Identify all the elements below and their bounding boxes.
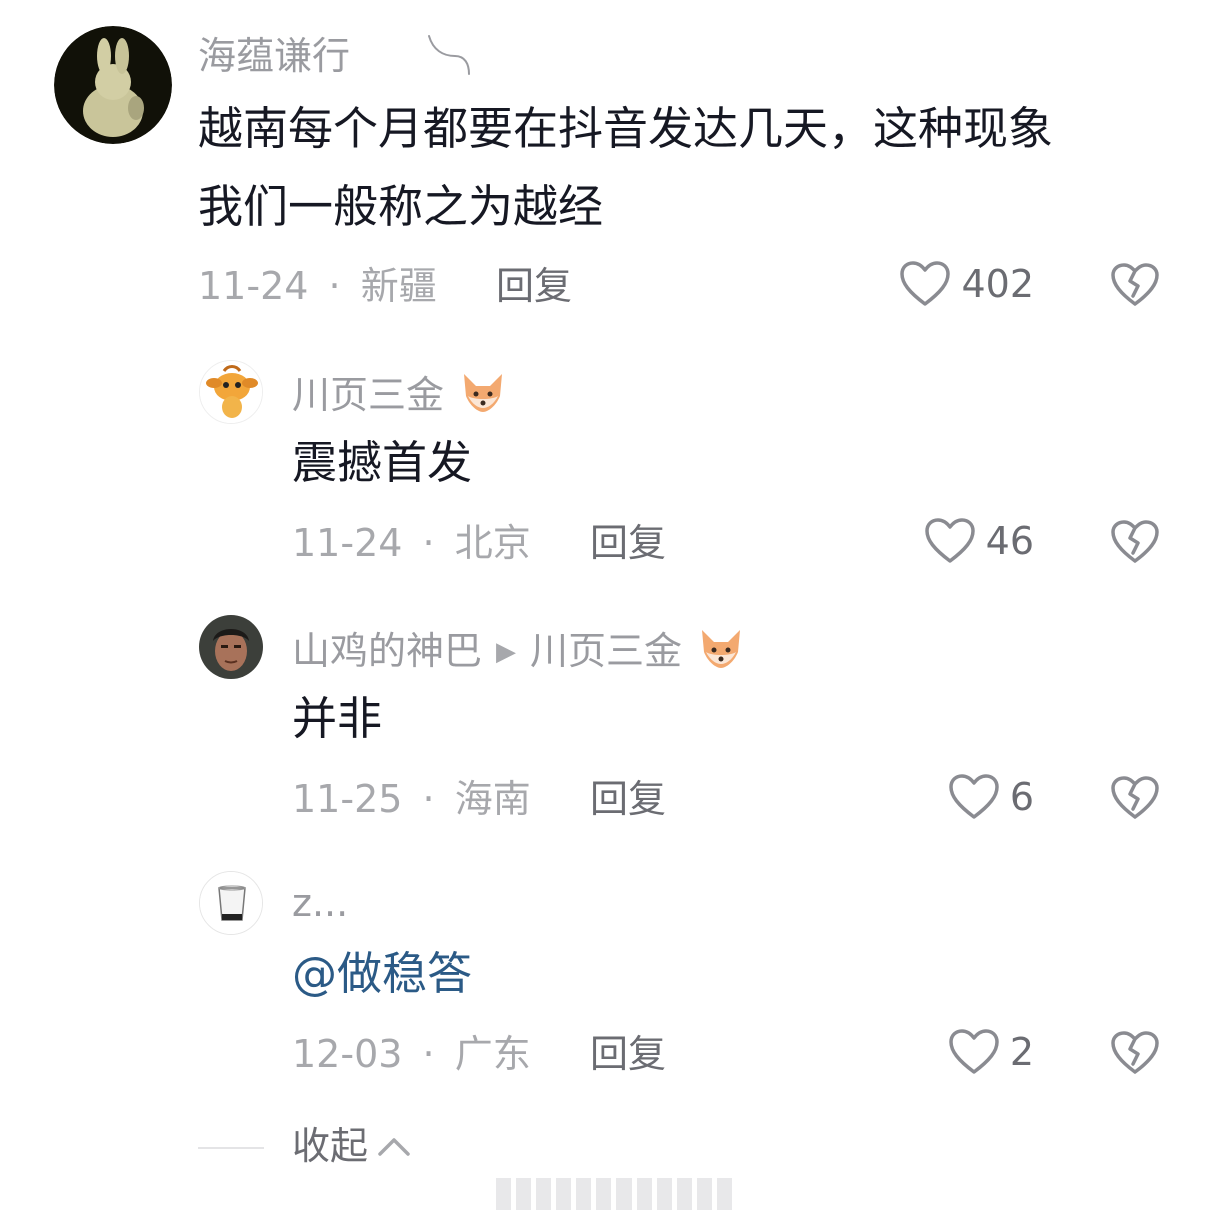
broken-heart-icon[interactable] [1110,519,1160,565]
comment-date: 12-03 [292,1032,403,1076]
heart-icon [949,774,999,819]
comment-location: 广东 [454,1032,531,1076]
like-button[interactable]: 6 [948,773,1034,821]
man-portrait-avatar-icon [199,615,263,679]
like-button[interactable]: 2 [948,1028,1034,1076]
meta-separator: · [328,264,341,308]
watermark [496,1178,732,1210]
comment-text: 越南每个月都要在抖音发达几天，这种现象 我们一般称之为越经 [198,102,1054,233]
comment-date: 11-24 [198,264,309,308]
fox-emoji-icon [702,630,741,668]
reply-button[interactable]: 回复 [590,524,666,562]
heart-icon [924,518,975,563]
meta-separator: · [422,777,435,821]
comment-text: 震撼首发 [292,436,473,489]
comment-meta: 11-24 · 北京 [292,524,531,562]
like-count: 46 [985,519,1034,563]
comment-username[interactable]: 海蕴谦行 [198,37,350,75]
reply-to-username[interactable]: 川页三金 [530,629,682,673]
meta-separator: · [422,1032,435,1076]
reply-arrow-icon: ▶ [496,637,517,667]
chevron-up-icon [378,1138,410,1156]
collapse-divider [198,1147,264,1149]
like-count: 402 [961,262,1034,306]
fox-emoji-icon [464,374,503,412]
avatar[interactable] [199,615,263,679]
comment-meta: 11-24 · 新疆 [198,267,437,305]
reply-button[interactable]: 回复 [590,780,666,818]
comment-text: 并非 [292,692,383,745]
like-button[interactable]: 402 [899,260,1034,308]
glass-avatar-icon [200,872,262,934]
comment-location: 新疆 [360,264,437,308]
comment-meta: 11-25 · 海南 [292,780,531,818]
like-button[interactable]: 46 [924,517,1034,565]
comment-location: 北京 [454,521,531,565]
comment-date: 11-24 [292,521,403,565]
decorative-squiggle-icon [428,35,470,75]
heart-icon [900,261,951,306]
broken-heart-icon[interactable] [1110,262,1160,308]
like-count: 6 [1009,775,1034,819]
comment-username[interactable]: 川页三金 [292,370,508,414]
heart-icon [949,1029,999,1074]
broken-heart-icon[interactable] [1110,775,1160,821]
reply-button[interactable]: 回复 [496,267,572,305]
avatar[interactable] [199,360,263,424]
meta-separator: · [422,521,435,565]
comment-username[interactable]: 山鸡的神巴 ▶ 川页三金 [292,626,746,670]
comment-date: 11-25 [292,777,403,821]
mention-link[interactable]: @做稳答 [292,935,472,1013]
rabbit-avatar-icon [54,26,172,144]
broken-heart-icon[interactable] [1110,1030,1160,1076]
like-count: 2 [1009,1030,1034,1074]
comment-meta: 12-03 · 广东 [292,1035,531,1073]
comment-location: 海南 [454,777,531,821]
cartoon-creature-avatar-icon [200,361,262,423]
collapse-label: 收起 [292,1124,369,1168]
comment-username[interactable]: z... [292,884,348,922]
avatar[interactable] [54,26,172,144]
reply-button[interactable]: 回复 [590,1035,666,1073]
avatar[interactable] [199,871,263,935]
collapse-button[interactable]: 收起 [292,1127,412,1165]
